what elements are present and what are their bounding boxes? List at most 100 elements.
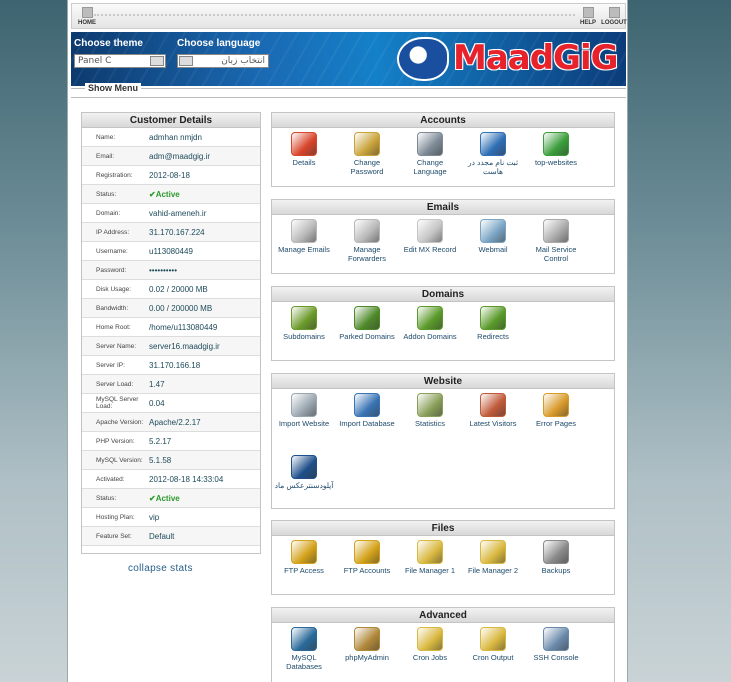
feature-label: FTP Access [284,566,324,575]
panel-files: Files FTP Access FTP Accounts File Manager … [271,520,615,595]
panel-title: Files [272,521,614,536]
feature-phpmyadmin[interactable]: phpMyAdmin [337,627,397,662]
feature-webmail[interactable]: Webmail [463,219,523,254]
feature-label: Webmail [478,245,508,254]
feature-visitors[interactable]: Latest Visitors [463,393,523,428]
feature-cron-jobs[interactable]: Cron Jobs [400,627,460,662]
logout-icon [608,7,620,18]
feature-ftp-access[interactable]: FTP Access [274,540,334,575]
feature-label: آپلودسنترعکس ماد [274,481,334,490]
feature-label: Latest Visitors [469,419,517,428]
panel-advanced: Advanced MySQL Databases phpMyAdmin Cron Jo… [271,607,615,682]
customer-detail-row: Status: Active [82,489,260,508]
feature-label: Details [292,158,316,167]
panel-title: Domains [272,287,614,302]
detail-value: 0.04 [149,398,165,408]
phpmyadmin-icon [354,627,380,651]
top-navigation: HOME HELP LOGOUT [71,3,627,29]
feature-password[interactable]: Change Password [337,132,397,176]
show-menu-bar[interactable]: Show Menu [71,83,626,98]
feature-ftp-accounts[interactable]: FTP Accounts [337,540,397,575]
customer-detail-row: Email: adm@maadgig.ir [82,147,260,166]
panel-emails: Emails Manage Emails Manage Forwarders Edit… [271,199,615,274]
detail-key: Username: [96,247,128,255]
feature-cron-output[interactable]: Cron Output [463,627,523,662]
mysql-icon [291,627,317,651]
feature-www-addon[interactable]: Addon Domains [400,306,460,341]
cron-jobs-icon [417,627,443,651]
panel-title: Emails [272,200,614,215]
home-link[interactable]: HOME [74,7,100,26]
theme-select[interactable]: Panel C [74,54,166,68]
www-addon-icon [417,306,443,330]
feature-label: phpMyAdmin [345,653,389,662]
feature-file-manager[interactable]: File Manager 1 [400,540,460,575]
customer-detail-row: Hosting Plan: vip [82,508,260,527]
feature-language[interactable]: Change Language [400,132,460,176]
feature-register[interactable]: ثبت نام مجدد در هاست [463,132,523,176]
detail-value: 0.02 / 20000 MB [149,284,208,294]
feature-ssh-console[interactable]: SSH Console [526,627,586,662]
feature-file-manager-2[interactable]: File Manager 2 [463,540,523,575]
detail-value: 31.170.166.18 [149,360,201,370]
feature-label: ثبت نام مجدد در هاست [467,158,519,176]
file-manager-icon [417,540,443,564]
envelope-edit-icon [417,219,443,243]
feature-label: Subdomains [283,332,325,341]
help-link[interactable]: HELP [575,7,601,26]
feature-envelope-gear[interactable]: Manage Emails [274,219,334,254]
status-badge: Active [149,190,260,199]
language-select[interactable]: انتخاب زبان [177,54,269,68]
customer-detail-row: Feature Set: Default [82,527,260,546]
customer-detail-row: Name: admhan nmjdn [82,128,260,147]
feature-mysql[interactable]: MySQL Databases [274,627,334,671]
customer-detail-row: Domain: vahid-ameneh.ir [82,204,260,223]
feature-import-database[interactable]: Import Database [337,393,397,428]
language-label: Choose language [177,38,261,49]
feature-import-website[interactable]: Import Website [274,393,334,428]
feature-www-redirect[interactable]: Redirects [463,306,523,341]
panel-title: Advanced [272,608,614,623]
feature-label: Import Database [339,419,395,428]
feature-envelope-edit[interactable]: Edit MX Record [400,219,460,254]
detail-value: /home/u113080449 [149,322,218,332]
feature-statistics[interactable]: Statistics [400,393,460,428]
feature-label: Cron Jobs [412,653,448,662]
feature-user-details[interactable]: Details [274,132,334,167]
feature-envelope-forward[interactable]: Manage Forwarders [337,219,397,263]
feature-error-pages[interactable]: Error Pages [526,393,586,428]
nav-divider [94,14,575,16]
feature-www-sub[interactable]: Subdomains [274,306,334,341]
brand-logo: MaadGiG [453,38,619,78]
detail-value: 0.00 / 200000 MB [149,303,213,313]
logout-link[interactable]: LOGOUT [601,7,627,26]
import-website-icon [291,393,317,417]
collapse-stats-link[interactable]: collapse stats [128,563,193,574]
feature-backups[interactable]: Backups [526,540,586,575]
detail-key: Server IP: [96,361,125,369]
show-menu-label[interactable]: Show Menu [85,83,141,93]
language-icon [417,132,443,156]
detail-key: Feature Set: [96,532,132,540]
panel-domains: Domains Subdomains Parked Domains Addon Dom… [271,286,615,361]
detail-value: server16.maadgig.ir [149,341,220,351]
visitors-icon [480,393,506,417]
customer-detail-row: MySQL Version: 5.1.58 [82,451,260,470]
logout-label: LOGOUT [601,20,627,26]
panel-accounts: Accounts Details Change Password Change Lan… [271,112,615,187]
feature-label: File Manager 2 [467,566,519,575]
feature-mail-control[interactable]: Mail Service Control [526,219,586,263]
cron-output-icon [480,627,506,651]
feature-label: Manage Forwarders [348,245,386,263]
detail-key: Name: [96,133,116,141]
detail-key: MySQL Version: [96,456,143,464]
feature-globe-upload[interactable]: آپلودسنترعکس ماد [274,455,334,490]
user-details-icon [291,132,317,156]
header-banner: Choose theme Panel C Choose language انت… [71,32,626,86]
register-icon [480,132,506,156]
feature-www-parked[interactable]: Parked Domains [337,306,397,341]
envelope-forward-icon [354,219,380,243]
feature-label: Manage Emails [278,245,330,254]
feature-bar-chart[interactable]: top-websites [526,132,586,167]
customer-detail-row: Disk Usage: 0.02 / 20000 MB [82,280,260,299]
